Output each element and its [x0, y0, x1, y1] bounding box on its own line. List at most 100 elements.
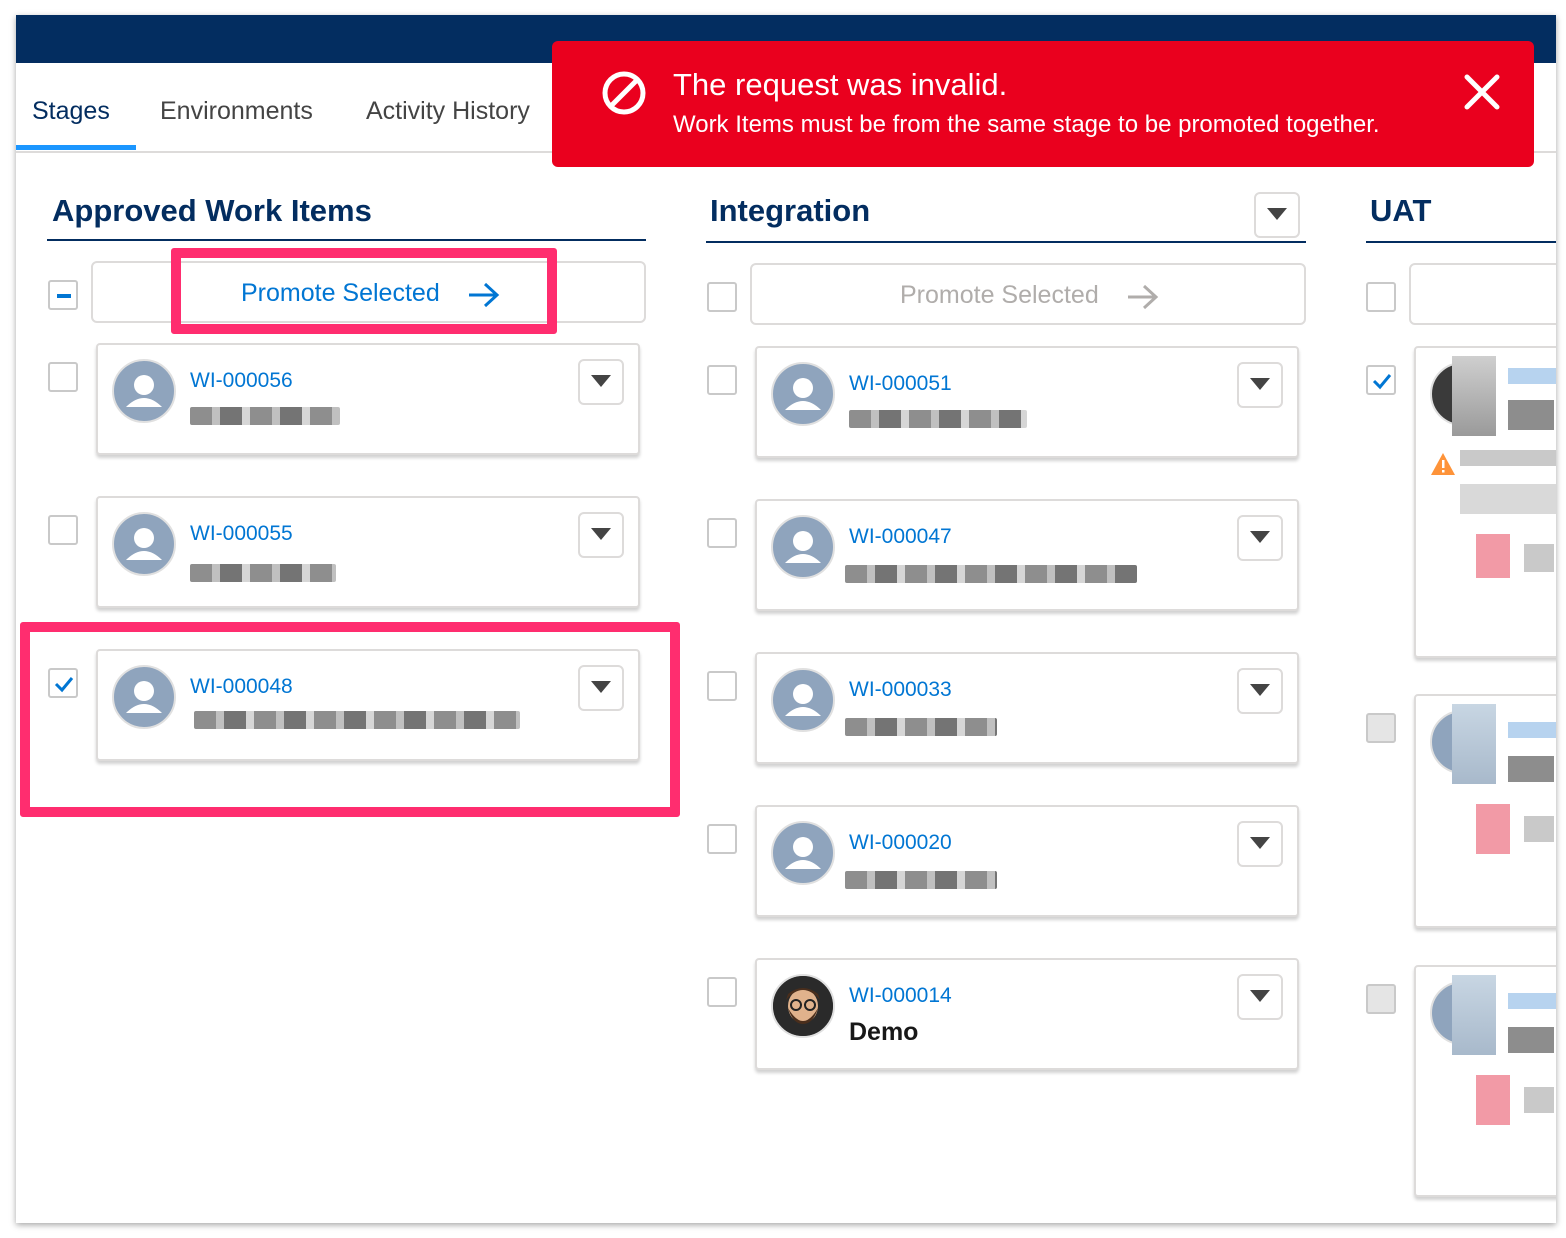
item-menu-button[interactable] [1237, 821, 1283, 867]
redacted-text [1508, 400, 1554, 430]
redacted-text [1508, 1027, 1554, 1053]
bearded-person-icon [773, 976, 833, 1036]
work-item-id[interactable]: WI-000047 [849, 525, 952, 549]
avatar [112, 359, 176, 423]
work-item-card[interactable] [1414, 694, 1556, 928]
avatar [771, 515, 835, 579]
user-icon [785, 684, 821, 716]
redacted-text [845, 718, 997, 736]
highlight-promote-button [171, 248, 557, 334]
chevron-down-icon [1250, 990, 1270, 1002]
item-menu-button[interactable] [1237, 974, 1283, 1020]
item-checkbox-checked[interactable] [1366, 365, 1396, 395]
work-item-card[interactable] [1414, 346, 1556, 658]
promote-selected-label: Promote Selected [900, 281, 1099, 309]
warning-icon [1431, 453, 1455, 475]
item-menu-button[interactable] [1237, 515, 1283, 561]
item-checkbox[interactable] [48, 515, 78, 545]
toast-title: The request was invalid. [673, 67, 1008, 102]
redacted-text [1508, 756, 1554, 782]
work-item-id[interactable]: WI-000056 [190, 369, 293, 393]
redacted-text [1508, 368, 1556, 384]
column-menu-button[interactable] [1254, 192, 1300, 238]
redacted-text [1460, 450, 1556, 466]
tab-stages[interactable]: Stages [32, 97, 110, 126]
user-icon [785, 378, 821, 410]
work-item-card[interactable]: WI-000051 [755, 346, 1299, 458]
redacted-badge [1476, 1075, 1510, 1125]
select-all-checkbox[interactable] [48, 280, 78, 310]
tab-environments[interactable]: Environments [160, 97, 313, 126]
user-icon [126, 528, 162, 560]
item-checkbox-disabled[interactable] [1366, 984, 1396, 1014]
work-item-card[interactable]: WI-000055 [96, 496, 640, 608]
column-title-integration: Integration [710, 193, 871, 228]
work-item-id[interactable]: WI-000014 [849, 984, 952, 1008]
chevron-down-icon [1250, 837, 1270, 849]
toast-message: Work Items must be from the same stage t… [673, 111, 1380, 138]
avatar-photo [771, 974, 835, 1038]
redacted-text [1508, 993, 1556, 1009]
redacted-text [1508, 722, 1556, 738]
chevron-down-icon [1250, 378, 1270, 390]
redacted-text [845, 871, 997, 889]
user-icon [785, 531, 821, 563]
close-icon[interactable] [1463, 73, 1501, 111]
column-rule [47, 239, 646, 241]
user-icon [785, 837, 821, 869]
tab-activity-history[interactable]: Activity History [366, 97, 530, 126]
item-checkbox[interactable] [707, 977, 737, 1007]
user-icon [126, 375, 162, 407]
redacted-text [1452, 704, 1496, 784]
item-menu-button[interactable] [1237, 668, 1283, 714]
work-item-id[interactable]: WI-000033 [849, 678, 952, 702]
item-checkbox[interactable] [707, 824, 737, 854]
redacted-text [1524, 816, 1554, 842]
work-item-card[interactable]: WI-000014 Demo [755, 958, 1299, 1070]
select-all-checkbox[interactable] [707, 282, 737, 312]
app-window: Stages Environments Activity History App… [16, 15, 1556, 1223]
chevron-down-icon [1250, 684, 1270, 696]
redacted-text [845, 565, 1137, 583]
item-menu-button[interactable] [578, 359, 624, 405]
item-checkbox[interactable] [48, 362, 78, 392]
item-menu-button[interactable] [578, 512, 624, 558]
avatar [771, 362, 835, 426]
work-item-card[interactable]: WI-000020 [755, 805, 1299, 917]
work-item-card[interactable]: WI-000056 [96, 343, 640, 455]
active-tab-indicator [16, 145, 136, 150]
item-checkbox-disabled[interactable] [1366, 713, 1396, 743]
promote-selected-button[interactable] [1409, 263, 1556, 325]
work-item-id[interactable]: WI-000020 [849, 831, 952, 855]
work-item-card[interactable] [1414, 965, 1556, 1197]
redacted-text [849, 410, 1027, 428]
item-checkbox[interactable] [707, 518, 737, 548]
chevron-down-icon [591, 528, 611, 540]
work-item-card[interactable]: WI-000033 [755, 652, 1299, 764]
redacted-text [1452, 975, 1496, 1055]
item-checkbox[interactable] [707, 365, 737, 395]
item-menu-button[interactable] [1237, 362, 1283, 408]
item-checkbox[interactable] [707, 671, 737, 701]
minus-icon [57, 294, 71, 298]
chevron-down-icon [1250, 531, 1270, 543]
select-all-checkbox[interactable] [1366, 282, 1396, 312]
redacted-text [190, 564, 336, 582]
chevron-down-icon [1267, 208, 1287, 220]
column-title-uat: UAT [1370, 193, 1432, 228]
redacted-text [1524, 1087, 1554, 1113]
error-toast: The request was invalid. Work Items must… [552, 41, 1534, 167]
promote-selected-button-disabled[interactable]: Promote Selected [750, 263, 1306, 325]
avatar [112, 512, 176, 576]
redacted-badge [1476, 534, 1510, 578]
column-title-approved: Approved Work Items [52, 193, 372, 228]
work-item-card[interactable]: WI-000047 [755, 499, 1299, 611]
work-item-id[interactable]: WI-000055 [190, 522, 293, 546]
arrow-right-icon [1128, 284, 1159, 310]
column-rule [706, 241, 1306, 243]
redacted-text [1460, 484, 1556, 514]
work-item-id[interactable]: WI-000051 [849, 372, 952, 396]
highlight-selected-item [20, 622, 680, 817]
avatar [771, 821, 835, 885]
avatar [771, 668, 835, 732]
